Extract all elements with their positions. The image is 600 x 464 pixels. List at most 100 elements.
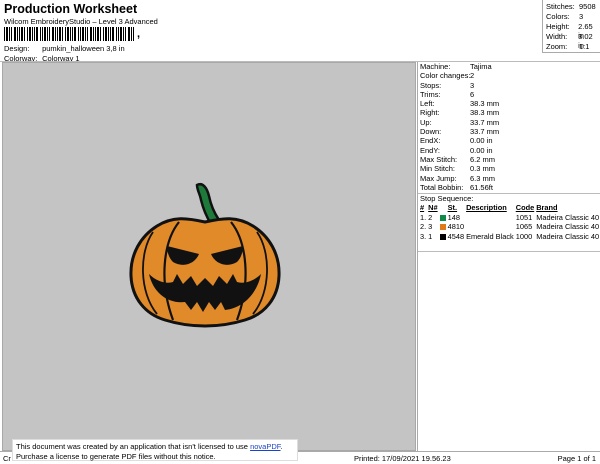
stop-sequence-table: # N# St. Description Code Brand 1. 2 148…: [419, 203, 600, 241]
design-preview: [2, 62, 416, 451]
barcode-bar: [160, 27, 162, 41]
barcode-bar: [24, 27, 25, 41]
barcode-bar: [128, 27, 130, 41]
barcode-bar: [29, 27, 31, 41]
barcode-bar: [9, 27, 10, 41]
barcode-bar: [103, 27, 104, 41]
barcode-bar: [95, 27, 96, 41]
barcode-bar: [62, 27, 63, 41]
barcode-bar: [67, 27, 69, 41]
barcode-bar: [112, 27, 114, 41]
info-divider: [418, 251, 600, 252]
info-up: Up: 33.7 mm: [420, 117, 500, 127]
info-color-changes: Color changes: 2: [420, 71, 475, 81]
software-subtitle: Wilcom EmbroideryStudio – Level 3 Advanc…: [4, 17, 158, 26]
worksheet-header: Production Worksheet Wilcom EmbroiderySt…: [0, 0, 600, 63]
barcode-bar: [100, 27, 101, 41]
info-max-stitch: Max Stitch: 6.2 mm: [420, 154, 496, 164]
design-label: Design:: [4, 44, 30, 53]
info-endy: EndY: 0.00 in: [420, 145, 493, 155]
col-hash: #: [420, 203, 425, 213]
notice-line-2: Purchase a license to generate PDF files…: [16, 451, 216, 461]
barcode-bar: [40, 27, 41, 41]
stat-height: Height: 2.65 in: [546, 22, 593, 41]
barcode-bar: [32, 27, 33, 41]
info-trims: Trims: 6: [420, 89, 475, 99]
page-title: Production Worksheet: [4, 2, 138, 16]
info-left: Left: 38.3 mm: [420, 99, 500, 109]
barcode-bar: [14, 27, 16, 41]
barcode-bar: [142, 27, 143, 41]
stop-sequence-title: Stop Sequence:: [418, 193, 600, 203]
stat-colors: Colors: 3: [546, 12, 584, 21]
info-machine: Machine: Tajima: [420, 62, 492, 71]
info-right: Right: 38.3 mm: [420, 108, 500, 118]
table-row: 2. 3 4810 1065 Madeira Classic 40: [420, 222, 600, 232]
barcode: ,: [4, 27, 190, 41]
stat-zoom: Zoom: 1:1: [546, 42, 590, 51]
barcode-bars-secondary: [142, 27, 173, 41]
barcode-bar: [90, 27, 92, 41]
barcode-bar: [4, 27, 5, 41]
barcode-bar: [21, 27, 23, 41]
license-notice: This document was created by an applicat…: [12, 439, 298, 461]
col-swatch: [439, 203, 447, 212]
barcode-bar: [59, 27, 61, 41]
barcode-bar: [72, 27, 73, 41]
barcode-bar: [74, 27, 76, 41]
info-stops: Stops: 3: [420, 80, 475, 90]
color-swatch: [439, 224, 446, 231]
info-min-stitch: Min Stitch: 0.3 mm: [420, 164, 496, 174]
info-down: Down: 33.7 mm: [420, 127, 500, 137]
barcode-bar: [44, 27, 46, 41]
info-total-bobbin: Total Bobbin: 61.56ft: [420, 182, 493, 192]
barcode-bar: [145, 27, 147, 41]
barcode-bar: [171, 27, 172, 41]
design-row: Design: pumkin_halloween 3,8 in: [4, 44, 125, 53]
barcode-bar: [110, 27, 111, 41]
stop-sequence-header-row: # N# St. Description Code Brand: [419, 203, 600, 212]
barcode-bar: [80, 27, 81, 41]
col-num: N#: [428, 203, 438, 213]
page-number: Page 1 of 1: [557, 454, 596, 463]
barcode-bar: [93, 27, 94, 41]
design-value: pumkin_halloween 3,8 in: [42, 44, 125, 53]
col-st: St.: [447, 203, 458, 213]
barcode-bar: [133, 27, 134, 41]
barcode-bar: [116, 27, 117, 41]
barcode-bar: [165, 27, 166, 41]
table-row: 3. 1 4548 Emerald Black 1000 Madeira Cla…: [420, 231, 600, 241]
color-swatch: [439, 233, 446, 240]
barcode-bar: [17, 27, 18, 41]
barcode-bars: [4, 27, 135, 41]
info-max-jump: Max Jump: 6.3 mm: [420, 173, 496, 183]
barcode-bar: [125, 27, 126, 41]
novapdf-link[interactable]: novaPDF: [250, 442, 280, 451]
barcode-bar: [78, 27, 79, 41]
col-brand: Brand: [536, 203, 558, 213]
barcode-bar: [163, 27, 164, 41]
barcode-bar: [150, 27, 151, 41]
barcode-bar: [120, 27, 122, 41]
barcode-bar: [19, 27, 20, 41]
barcode-bar: [123, 27, 124, 41]
barcode-bar: [87, 27, 88, 41]
barcode-bar: [97, 27, 99, 41]
barcode-bar: [27, 27, 28, 41]
barcode-bar: [155, 27, 156, 41]
barcode-bar: [108, 27, 109, 41]
col-description: Description: [466, 203, 507, 213]
barcode-bar: [42, 27, 43, 41]
barcode-bar: [70, 27, 71, 41]
footer-left-text: Cr: [3, 454, 11, 463]
notice-line-1: This document was created by an applicat…: [16, 442, 283, 451]
barcode-bar: [158, 27, 159, 41]
barcode-separator: ,: [137, 28, 141, 40]
col-code: Code: [515, 203, 535, 213]
barcode-bar: [47, 27, 48, 41]
barcode-bar: [152, 27, 154, 41]
stat-width: Width: 3.02 in: [546, 32, 593, 51]
table-row: 1. 2 148 1051 Madeira Classic 40: [420, 212, 600, 222]
barcode-bar: [167, 27, 169, 41]
barcode-bar: [148, 27, 149, 41]
